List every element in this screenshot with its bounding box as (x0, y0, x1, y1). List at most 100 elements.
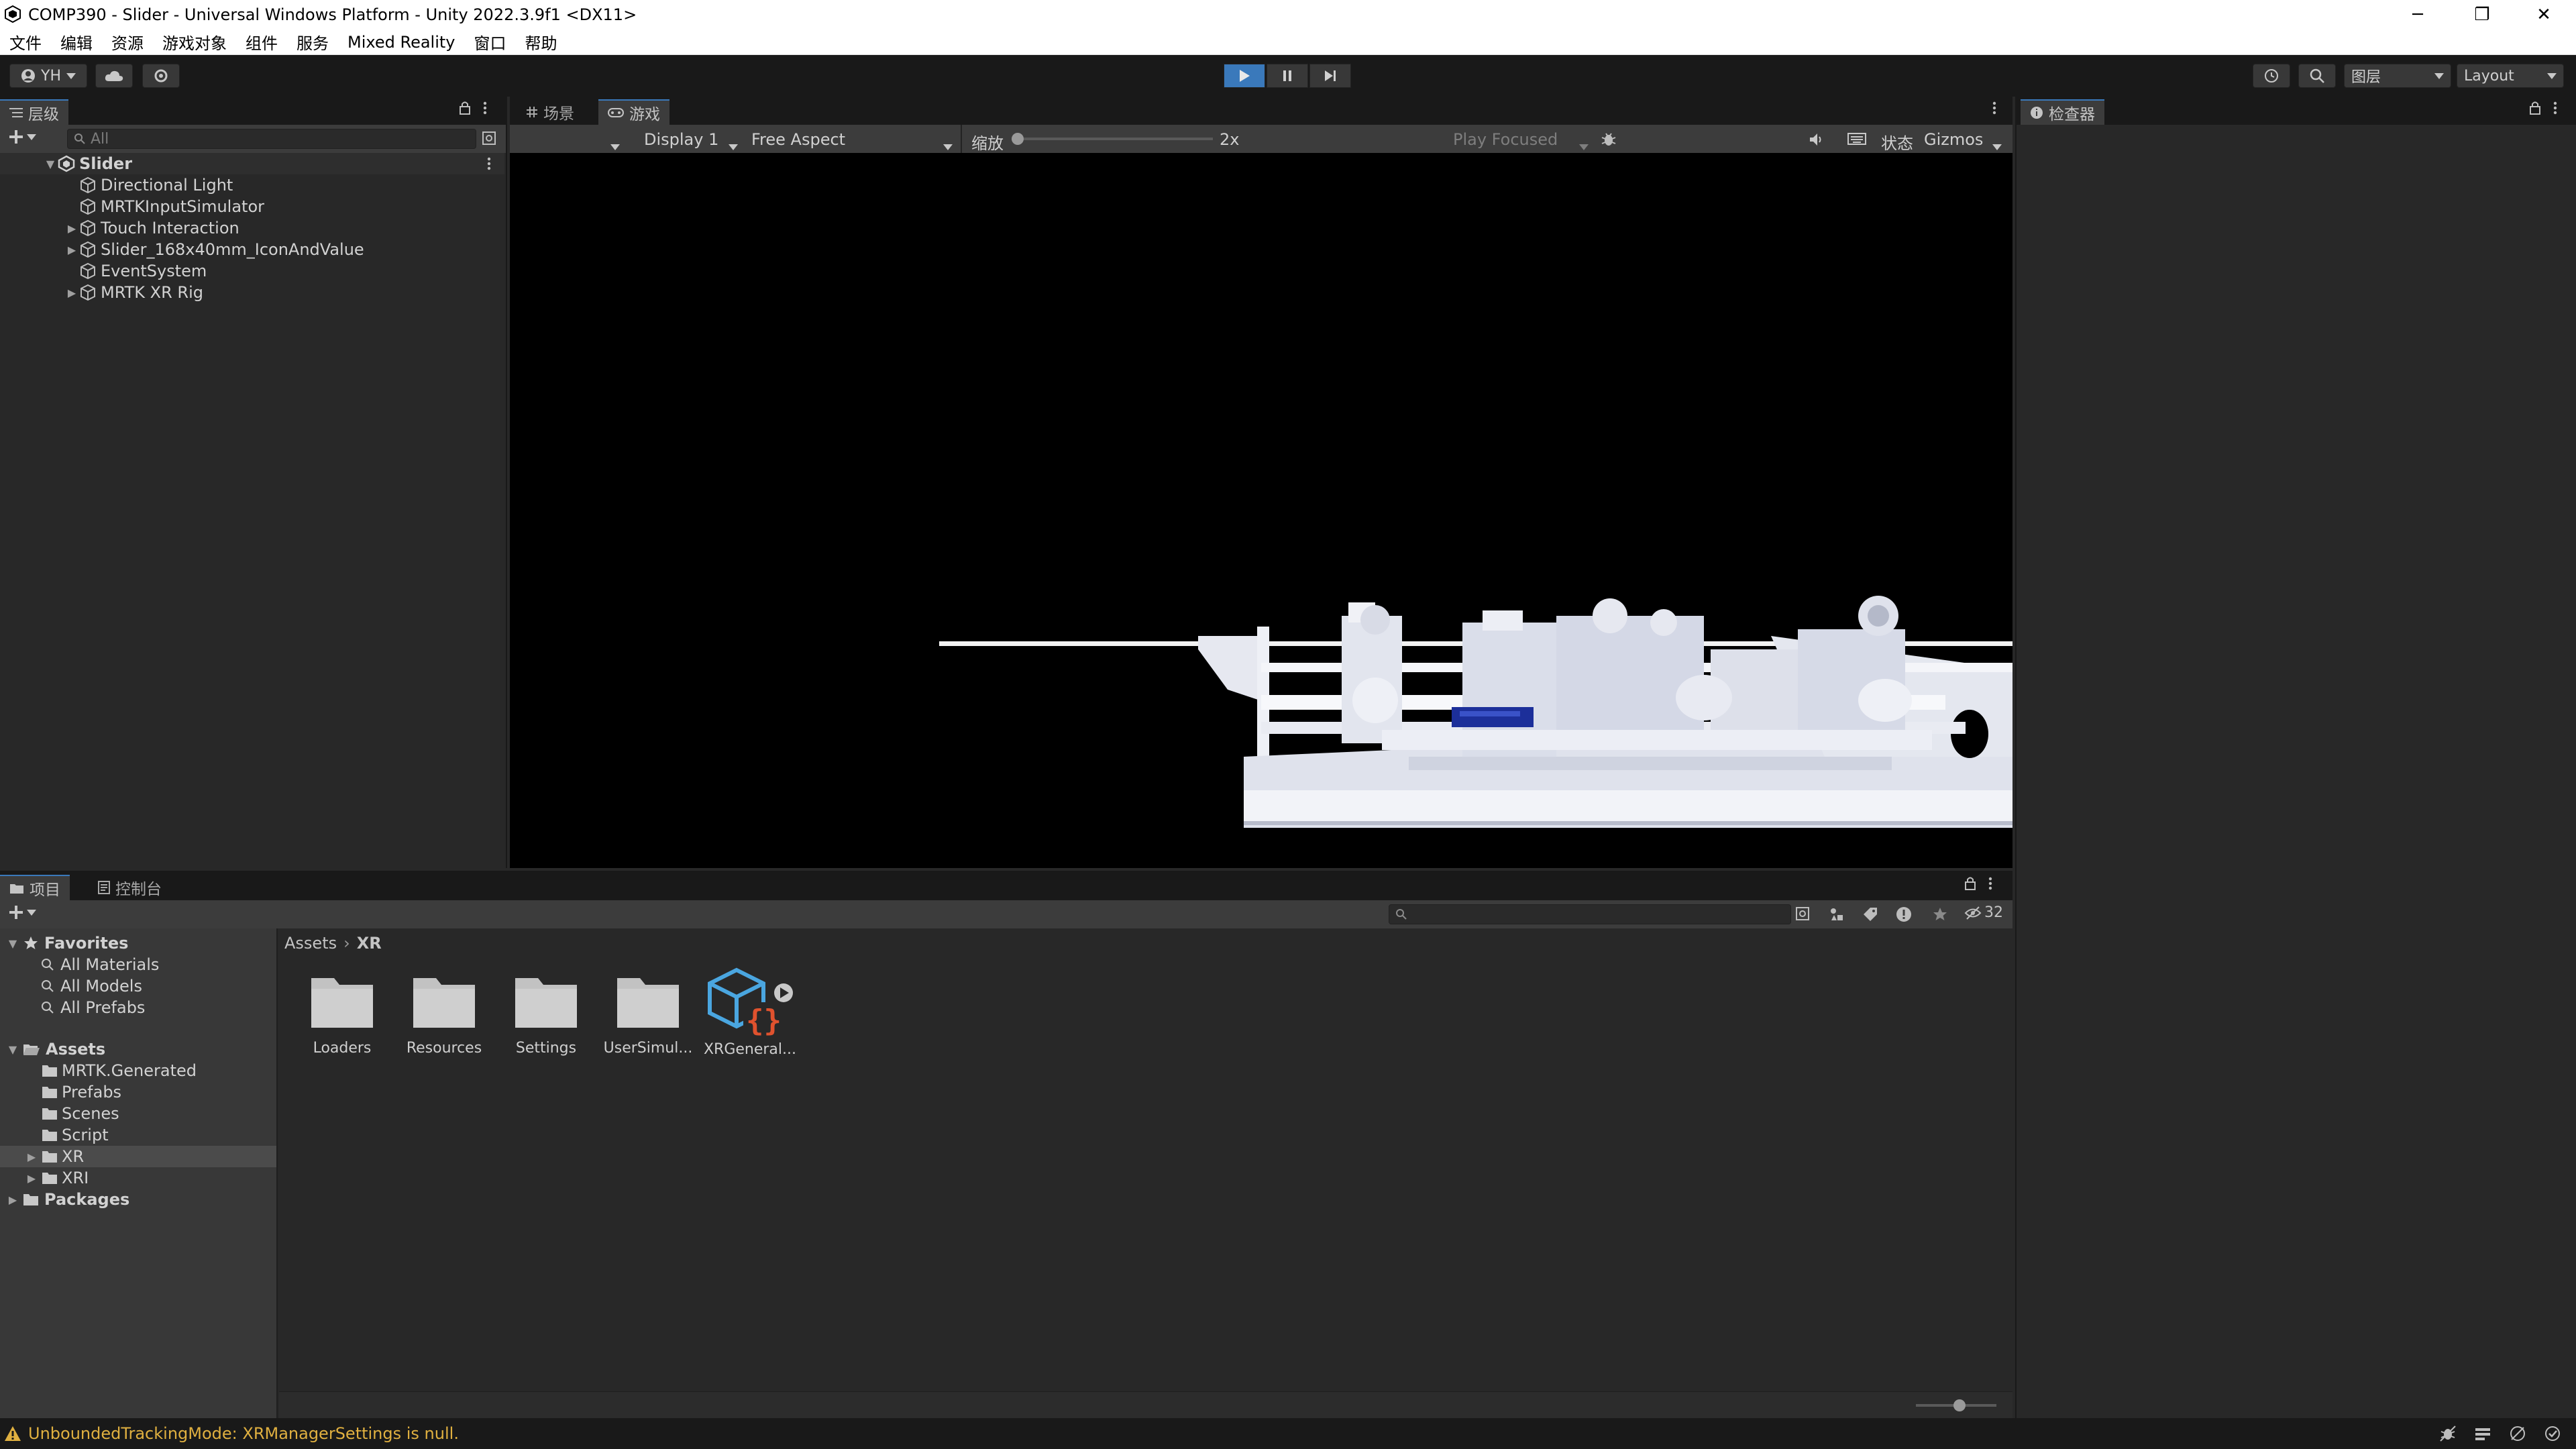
restore-button[interactable]: ❐ (2450, 0, 2514, 30)
play-mode-dropdown[interactable]: Play Focused (1453, 130, 1558, 149)
account-dropdown[interactable]: YH (9, 64, 87, 88)
bug-icon[interactable] (2439, 1425, 2457, 1442)
scale-slider-track[interactable] (1012, 138, 1213, 140)
asset-folder[interactable]: MRTK.Generated (0, 1060, 276, 1081)
hierarchy-item[interactable]: Directional Light (64, 174, 233, 196)
step-button[interactable] (1309, 64, 1351, 88)
layout-dropdown[interactable]: Layout (2457, 64, 2564, 88)
bug-icon[interactable] (1601, 131, 1617, 148)
create-button[interactable] (8, 129, 36, 145)
asset-folder[interactable]: ▶ XR (0, 1146, 276, 1167)
stats-button[interactable]: 状态 (1881, 130, 1913, 154)
chevron-down-icon[interactable] (1992, 136, 2002, 154)
foldout-collapsed-icon[interactable]: ▶ (64, 244, 79, 256)
foldout-collapsed-icon[interactable]: ▶ (24, 1172, 39, 1185)
lock-icon[interactable] (1964, 876, 1976, 891)
game-render-viewport[interactable] (510, 153, 2012, 868)
pause-button[interactable] (1267, 64, 1308, 88)
asset-folder[interactable]: Scenes (0, 1103, 276, 1124)
favorite-item[interactable]: All Models (40, 975, 142, 997)
scale-slider-handle[interactable] (1012, 133, 1024, 145)
kebab-menu-icon[interactable] (483, 101, 487, 115)
tab-hierarchy[interactable]: 层级 (0, 99, 68, 125)
play-button[interactable] (1224, 64, 1265, 88)
filter-by-label-icon[interactable] (1862, 906, 1878, 922)
asset-folder[interactable]: Prefabs (0, 1081, 276, 1103)
history-button[interactable] (2253, 64, 2290, 88)
gizmos-button[interactable]: Gizmos (1924, 130, 1983, 149)
hierarchy-item[interactable]: ▶ Slider_168x40mm_IconAndValue (64, 239, 364, 260)
search-button[interactable] (2298, 64, 2336, 88)
close-button[interactable]: ✕ (2512, 0, 2576, 30)
menu-assets[interactable]: 资源 (111, 30, 144, 54)
layers-dropdown[interactable]: 图层 (2344, 64, 2451, 88)
asset-grid-item[interactable]: UserSimul... (601, 973, 695, 1057)
favorite-item[interactable]: All Prefabs (40, 997, 145, 1018)
cloud-button[interactable] (95, 64, 133, 88)
menu-file[interactable]: 文件 (9, 30, 42, 54)
view-mode-dropdown[interactable] (610, 136, 620, 154)
tab-game[interactable]: 游戏 (598, 99, 669, 125)
menu-mixed-reality[interactable]: Mixed Reality (347, 33, 455, 52)
menu-edit[interactable]: 编辑 (60, 30, 93, 54)
foldout-collapsed-icon[interactable]: ▶ (64, 286, 79, 299)
kebab-menu-icon[interactable] (2553, 101, 2557, 115)
network-icon[interactable] (2509, 1425, 2526, 1442)
favorite-item[interactable]: All Materials (40, 954, 159, 975)
lock-icon[interactable] (2529, 101, 2541, 115)
minimize-button[interactable]: ─ (2385, 0, 2450, 30)
hierarchy-item[interactable]: EventSystem (64, 260, 207, 282)
create-asset-button[interactable] (8, 904, 36, 920)
display-dropdown[interactable]: Display 1 (644, 130, 718, 149)
kebab-menu-icon[interactable] (487, 156, 491, 171)
foldout-expanded-icon[interactable]: ▼ (5, 937, 20, 950)
audio-icon[interactable] (1809, 131, 1825, 148)
collab-button[interactable] (142, 64, 180, 88)
asset-folder[interactable]: Script (0, 1124, 276, 1146)
asset-grid-item[interactable]: Loaders (295, 973, 389, 1057)
breadcrumb-item[interactable]: XR (357, 934, 382, 953)
search-by-scene-icon[interactable] (1795, 906, 1811, 922)
check-icon[interactable] (2544, 1425, 2561, 1442)
favorites-header[interactable]: ▼ Favorites (5, 932, 129, 954)
asset-folder[interactable]: ▶ XRI (0, 1167, 276, 1189)
scene-row[interactable]: ▼ Slider (0, 153, 504, 174)
keyboard-icon[interactable] (1847, 131, 1866, 146)
aspect-dropdown[interactable]: Free Aspect (751, 130, 845, 149)
asset-grid-item[interactable]: Settings (499, 973, 593, 1057)
search-options-icon[interactable] (482, 131, 498, 147)
tab-scene[interactable]: 场景 (517, 99, 584, 125)
foldout-expanded-icon[interactable]: ▼ (5, 1043, 20, 1056)
menu-gameobject[interactable]: 游戏对象 (162, 30, 227, 54)
asset-grid-item[interactable]: Resources (397, 973, 491, 1057)
hierarchy-item[interactable]: ▶ MRTK XR Rig (64, 282, 203, 303)
star-icon[interactable] (1932, 906, 1948, 922)
lock-icon[interactable] (459, 101, 471, 115)
assets-header[interactable]: ▼ Assets (5, 1038, 105, 1060)
hidden-packages-toggle[interactable]: 32 (1964, 904, 2003, 921)
progress-icon[interactable] (2474, 1425, 2491, 1442)
foldout-collapsed-icon[interactable]: ▶ (24, 1150, 39, 1163)
hierarchy-item[interactable]: MRTKInputSimulator (64, 196, 264, 217)
icon-size-slider-handle[interactable] (1953, 1399, 1966, 1411)
tab-console[interactable]: 控制台 (89, 875, 171, 900)
asset-grid-item[interactable]: {} XRGeneral... (703, 966, 797, 1058)
tab-project[interactable]: 项目 (0, 875, 70, 900)
menu-services[interactable]: 服务 (297, 30, 329, 54)
menu-component[interactable]: 组件 (246, 30, 278, 54)
kebab-menu-icon[interactable] (1992, 101, 1996, 115)
menu-window[interactable]: 窗口 (474, 30, 506, 54)
tab-inspector[interactable]: 检查器 (2021, 99, 2104, 125)
hierarchy-search-input[interactable]: All (67, 129, 476, 149)
project-search-input[interactable] (1389, 904, 1791, 924)
breadcrumb-item[interactable]: Assets (284, 934, 337, 953)
filter-by-type-icon[interactable] (1829, 906, 1845, 922)
menu-help[interactable]: 帮助 (525, 30, 557, 54)
hierarchy-item[interactable]: ▶ Touch Interaction (64, 217, 239, 239)
status-message[interactable]: UnboundedTrackingMode: XRManagerSettings… (28, 1424, 459, 1443)
warning-filter-icon[interactable] (1896, 906, 1912, 922)
foldout-collapsed-icon[interactable]: ▶ (64, 222, 79, 235)
foldout-expanded-icon[interactable]: ▼ (43, 158, 58, 170)
packages-header[interactable]: ▶ Packages (5, 1189, 129, 1210)
foldout-collapsed-icon[interactable]: ▶ (5, 1193, 20, 1206)
